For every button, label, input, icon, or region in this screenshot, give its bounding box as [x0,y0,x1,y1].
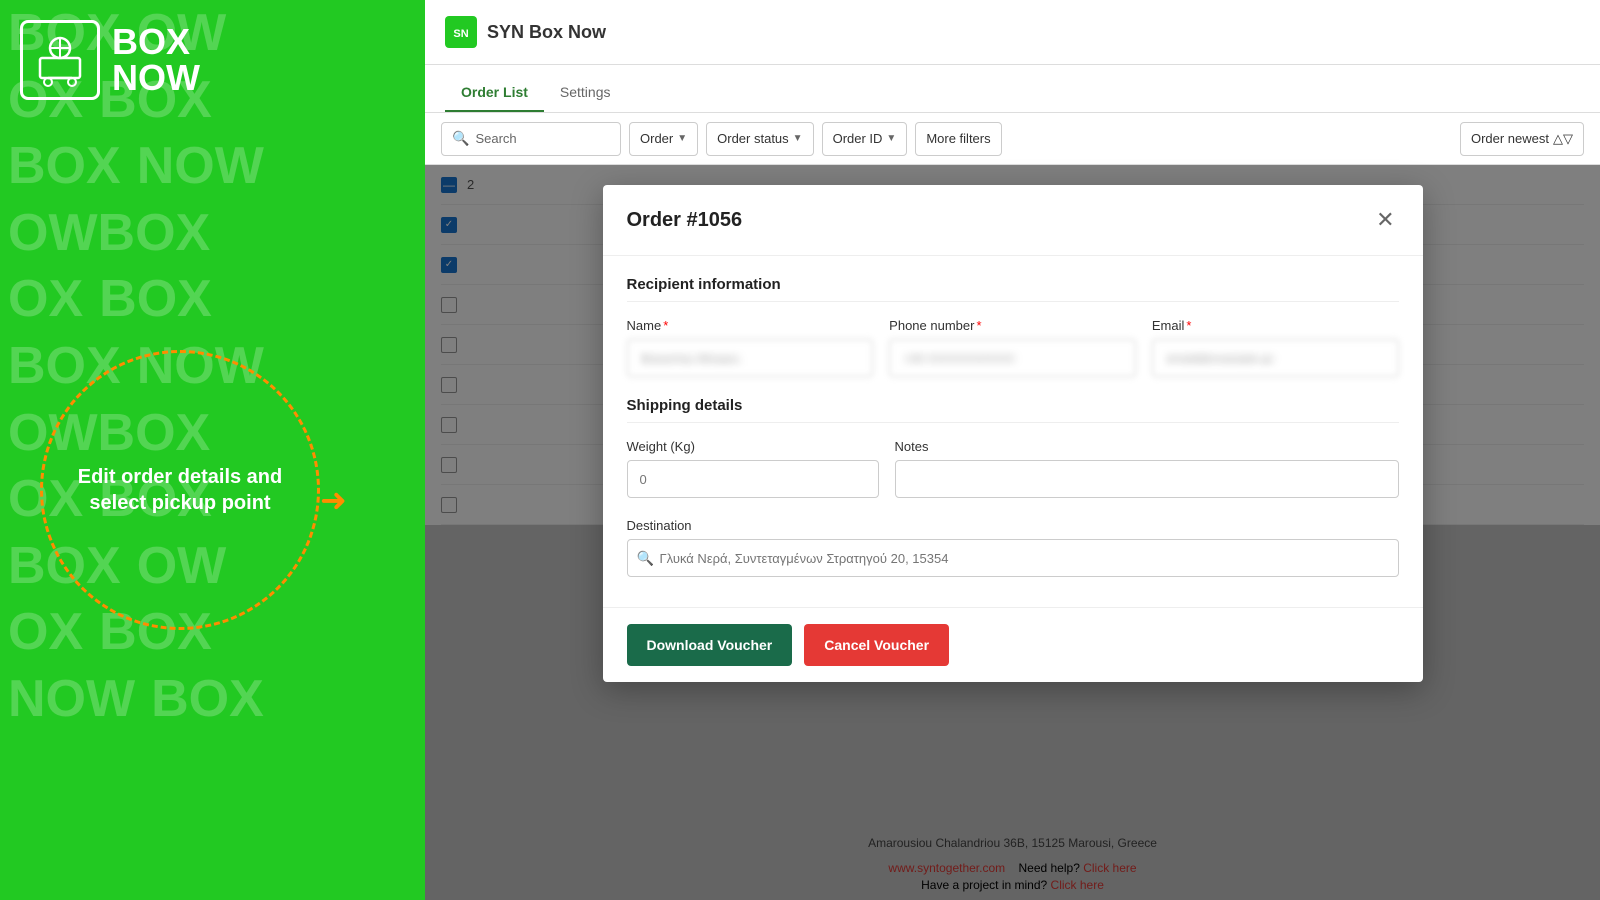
left-panel: BOXOW OXBOX BOXNOW OWBOX OXBOX BOXNOW OW… [0,0,425,900]
shipping-section-title: Shipping details [627,397,1399,423]
search-box[interactable]: 🔍 Search [441,122,621,156]
content-area: — 2 ✓ ✓ [425,165,1600,900]
order-modal: Order #1056 ✕ Recipient information Name… [603,185,1423,682]
download-voucher-button[interactable]: Download Voucher [627,624,793,666]
recipient-section-title: Recipient information [627,276,1399,302]
email-field-group: Email* [1152,318,1399,377]
shipping-form-row: Weight (Kg) Notes [627,439,1399,498]
search-text: Search [475,131,516,146]
title-bar: SN SYN Box Now [425,0,1600,65]
phone-field-group: Phone number* [889,318,1136,377]
tab-order-list[interactable]: Order List [445,74,544,112]
tab-settings[interactable]: Settings [544,74,627,112]
modal-header: Order #1056 ✕ [603,185,1423,256]
weight-input[interactable] [627,460,879,498]
tabs-bar: Order List Settings [425,65,1600,113]
app-window: SN SYN Box Now Order List Settings 🔍 Sea… [425,0,1600,900]
email-label: Email* [1152,318,1399,333]
logo-area: BOX NOW [20,20,200,100]
destination-search-icon: 🔍 [637,550,654,567]
orange-circle: Edit order details and select pickup poi… [40,350,320,630]
order-status-filter-button[interactable]: Order status ▼ [706,122,813,156]
order-id-filter-button[interactable]: Order ID ▼ [822,122,908,156]
modal-title: Order #1056 [627,209,743,232]
notes-field-group: Notes [895,439,1399,498]
phone-label: Phone number* [889,318,1136,333]
name-field-group: Name* [627,318,874,377]
weight-label: Weight (Kg) [627,439,879,454]
logo-text: BOX NOW [112,24,200,96]
cancel-voucher-button[interactable]: Cancel Voucher [804,624,949,666]
logo-icon [20,20,100,100]
name-label: Name* [627,318,874,333]
notes-input[interactable] [895,460,1399,498]
arrow-icon: ➜ [320,481,347,519]
app-icon: SN [445,16,477,48]
modal-overlay: Order #1056 ✕ Recipient information Name… [425,165,1600,900]
search-icon: 🔍 [452,130,469,147]
chevron-down-icon: ▼ [886,133,896,144]
destination-input[interactable] [627,539,1399,577]
chevron-down-icon: ▼ [677,133,687,144]
recipient-form-row: Name* Phone number* [627,318,1399,377]
right-panel: SN SYN Box Now Order List Settings 🔍 Sea… [425,0,1600,900]
weight-field-group: Weight (Kg) [627,439,879,498]
modal-body: Recipient information Name* Phone num [603,256,1423,607]
toolbar: 🔍 Search Order ▼ Order status ▼ Order ID… [425,113,1600,165]
destination-input-wrap: 🔍 [627,539,1399,577]
modal-footer: Download Voucher Cancel Voucher [603,607,1423,682]
chevron-down-icon: ▼ [793,133,803,144]
destination-label: Destination [627,518,1399,533]
more-filters-button[interactable]: More filters [915,122,1001,156]
phone-input[interactable] [889,339,1136,377]
notes-label: Notes [895,439,1399,454]
email-input[interactable] [1152,339,1399,377]
order-filter-button[interactable]: Order ▼ [629,122,698,156]
close-button[interactable]: ✕ [1372,203,1398,237]
sort-selector[interactable]: Order newest △▽ [1460,122,1584,156]
svg-text:SN: SN [453,28,468,40]
name-input[interactable] [627,339,874,377]
app-title: SYN Box Now [487,22,606,43]
sort-chevron-icon: △▽ [1553,131,1573,147]
circle-text: Edit order details and select pickup poi… [43,444,317,536]
destination-field-group: Destination 🔍 [627,518,1399,577]
